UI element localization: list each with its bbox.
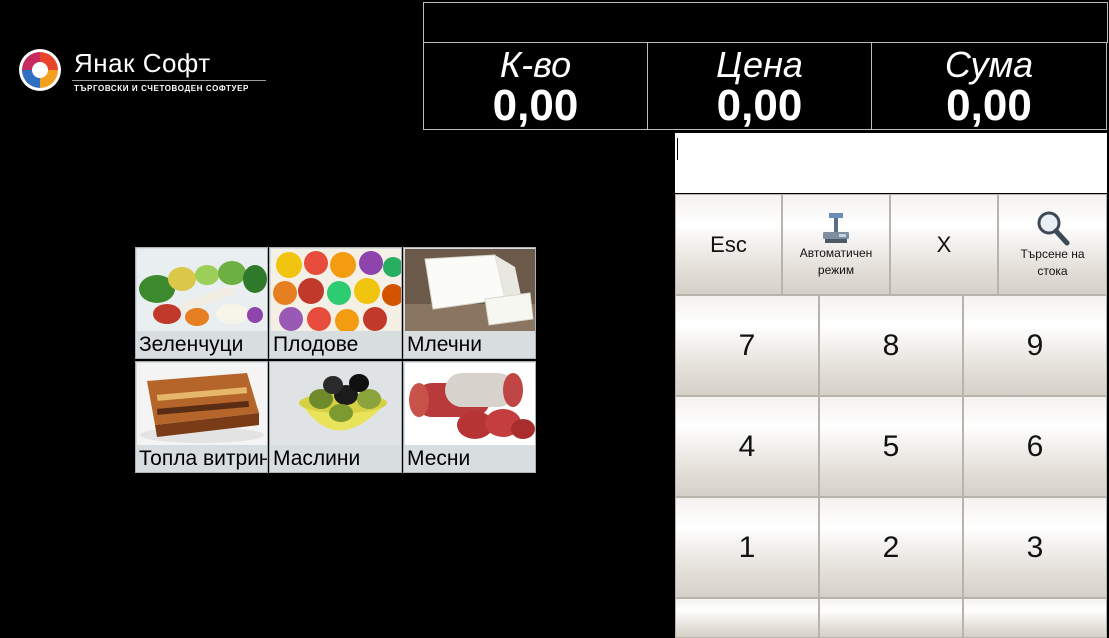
digit-label: 7 bbox=[738, 328, 756, 362]
category-label: Зеленчуци bbox=[139, 333, 244, 356]
category-hot-display[interactable]: Топла витрина bbox=[135, 361, 268, 473]
category-olives[interactable]: Маслини bbox=[269, 361, 402, 473]
category-vegetables[interactable]: Зеленчуци bbox=[135, 247, 268, 359]
digit-8-button[interactable]: 8 bbox=[819, 295, 963, 396]
keypad-bottom-right-button[interactable] bbox=[963, 598, 1107, 638]
digit-label: 9 bbox=[1026, 328, 1044, 362]
search-product-button[interactable]: Търсене на стока bbox=[998, 194, 1107, 295]
logo-title: Янак Софт bbox=[74, 48, 211, 78]
sum-label: Сума bbox=[944, 44, 1034, 85]
digit-5-button[interactable]: 5 bbox=[819, 396, 963, 497]
quantity-value: 0,00 bbox=[492, 81, 579, 130]
digit-3-button[interactable]: 3 bbox=[963, 497, 1107, 598]
vegetables-image bbox=[137, 249, 267, 331]
digit-label: 6 bbox=[1026, 429, 1044, 463]
olives-image bbox=[271, 363, 401, 445]
sum-display: Сума 0,00 bbox=[871, 42, 1107, 130]
multiply-label: X bbox=[936, 231, 952, 257]
digit-label: 8 bbox=[882, 328, 900, 362]
digit-label: 1 bbox=[738, 530, 756, 564]
digit-9-button[interactable]: 9 bbox=[963, 295, 1107, 396]
auto-mode-button[interactable]: Автоматичен режим bbox=[782, 194, 890, 295]
digit-7-button[interactable]: 7 bbox=[675, 295, 819, 396]
keypad-bottom-left-button[interactable] bbox=[675, 598, 819, 638]
quantity-display: К-во 0,00 bbox=[423, 42, 648, 130]
multiply-button[interactable]: X bbox=[890, 194, 998, 295]
logo-divider bbox=[72, 80, 266, 81]
text-caret bbox=[677, 138, 678, 160]
moussaka-image bbox=[137, 363, 267, 445]
digit-1-button[interactable]: 1 bbox=[675, 497, 819, 598]
category-label: Млечни bbox=[407, 333, 482, 356]
category-dairy[interactable]: Млечни bbox=[403, 247, 536, 359]
salami-image bbox=[405, 363, 535, 445]
scale-icon bbox=[823, 212, 849, 243]
esc-button[interactable]: Esc bbox=[675, 194, 782, 295]
cheese-image bbox=[405, 249, 535, 331]
info-display bbox=[423, 2, 1108, 43]
digit-label: 3 bbox=[1026, 530, 1044, 564]
price-label: Цена bbox=[716, 44, 803, 85]
fruits-image bbox=[271, 249, 401, 331]
barcode-input[interactable] bbox=[675, 133, 1107, 193]
keypad-bottom-middle-button[interactable] bbox=[819, 598, 963, 638]
category-label: Месни bbox=[407, 447, 471, 470]
logo-subtitle: ТЪРГОВСКИ И СЧЕТОВОДЕН СОФТУЕР bbox=[74, 84, 249, 93]
digit-2-button[interactable]: 2 bbox=[819, 497, 963, 598]
digit-label: 2 bbox=[882, 530, 900, 564]
digit-label: 5 bbox=[882, 429, 900, 463]
category-label: Маслини bbox=[273, 447, 361, 470]
category-fruits[interactable]: Плодове bbox=[269, 247, 402, 359]
auto-mode-label: Автоматичен режим bbox=[799, 245, 873, 277]
digit-label: 4 bbox=[738, 429, 756, 463]
category-meat[interactable]: Месни bbox=[403, 361, 536, 473]
quantity-label: К-во bbox=[499, 44, 572, 85]
digit-4-button[interactable]: 4 bbox=[675, 396, 819, 497]
esc-label: Esc bbox=[710, 231, 747, 257]
category-label: Плодове bbox=[273, 333, 359, 356]
company-logo: Янак Софт ТЪРГОВСКИ И СЧЕТОВОДЕН СОФТУЕР bbox=[18, 46, 278, 96]
price-value: 0,00 bbox=[716, 81, 803, 130]
sum-value: 0,00 bbox=[946, 81, 1032, 130]
price-display: Цена 0,00 bbox=[647, 42, 872, 130]
search-product-label: Търсене на стока bbox=[1020, 246, 1085, 278]
category-label: Топла витрина bbox=[139, 447, 268, 470]
digit-6-button[interactable]: 6 bbox=[963, 396, 1107, 497]
magnifier-icon bbox=[1037, 211, 1069, 245]
yanak-logo-icon bbox=[19, 49, 61, 91]
